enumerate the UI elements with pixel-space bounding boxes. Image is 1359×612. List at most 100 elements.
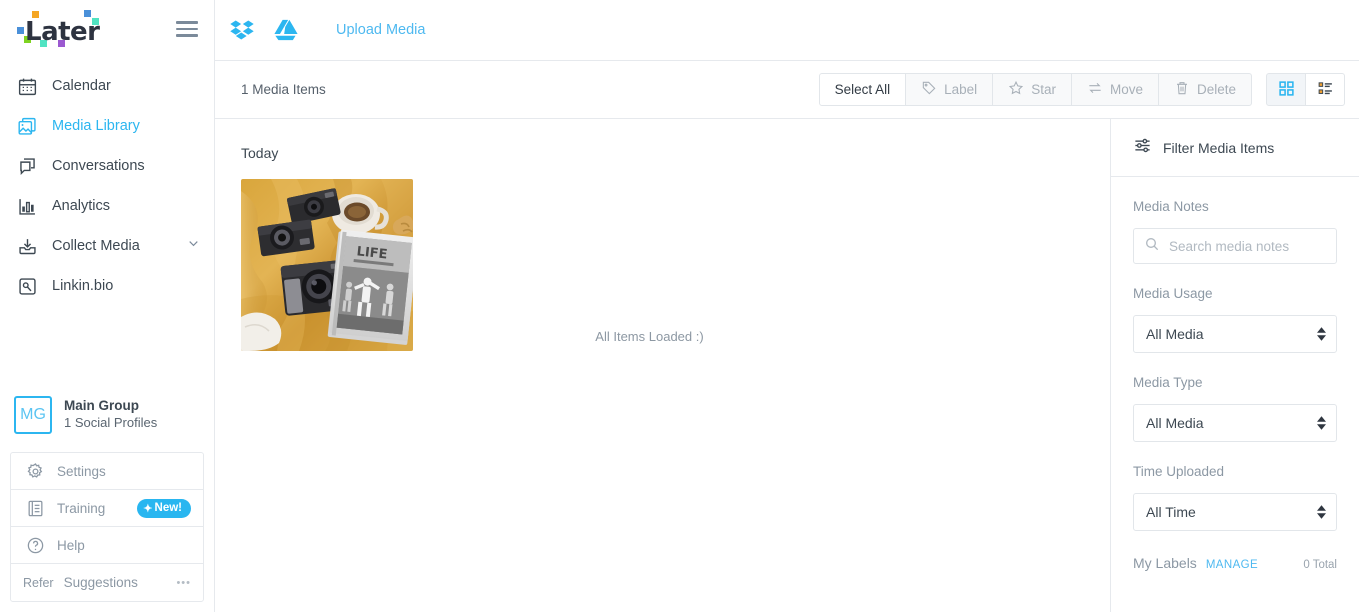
time-uploaded-select-wrap: All Time <box>1133 493 1337 531</box>
bulk-action-group: Select All Label Star Move Delete <box>818 73 1252 106</box>
refer-suggestions-row[interactable]: Refer Suggestions ••• <box>11 564 203 601</box>
sidebar-item-media-library[interactable]: Media Library <box>0 106 214 146</box>
label-button-label: Label <box>944 82 978 97</box>
new-badge-label: New! <box>154 502 182 514</box>
sidebar-item-label: Conversations <box>52 158 145 174</box>
sidebar-item-label: Collect Media <box>52 238 140 254</box>
main-content: Upload Media 1 Media Items Select All La… <box>215 0 1359 612</box>
google-drive-icon[interactable] <box>271 15 301 45</box>
media-thumbnail-image: LIFE <box>241 179 413 351</box>
delete-button-label: Delete <box>1196 82 1236 97</box>
media-type-label: Media Type <box>1133 375 1203 390</box>
help-row[interactable]: Help <box>11 527 203 564</box>
my-labels-row: My Labels MANAGE 0 Total <box>1133 553 1337 571</box>
media-usage-select-wrap: All Media <box>1133 315 1337 353</box>
upload-media-link[interactable]: Upload Media <box>336 22 425 38</box>
help-label: Help <box>57 537 85 553</box>
media-library-icon <box>14 113 40 139</box>
hamburger-icon[interactable] <box>176 21 198 37</box>
training-icon <box>23 496 47 520</box>
select-all-label: Select All <box>834 82 891 97</box>
sidebar-item-label: Linkin.bio <box>52 278 114 294</box>
sidebar-item-collect-media[interactable]: Collect Media <box>0 226 214 266</box>
action-buttons: Select All Label Star Move Delete <box>818 73 1345 106</box>
svg-text:LIFE: LIFE <box>356 244 388 262</box>
label-button[interactable]: Label <box>905 73 994 106</box>
day-group-label: Today <box>241 145 279 161</box>
grid-icon <box>1278 80 1295 100</box>
move-icon <box>1087 80 1103 99</box>
settings-row[interactable]: Settings <box>11 453 203 490</box>
linkin-bio-icon <box>14 273 40 299</box>
sidebar-nav: Calendar Media Library Conversations Ana… <box>0 58 214 306</box>
sidebar-item-conversations[interactable]: Conversations <box>0 146 214 186</box>
sidebar-item-label: Media Library <box>52 118 140 134</box>
conversations-icon <box>14 153 40 179</box>
select-all-button[interactable]: Select All <box>818 73 907 106</box>
gear-icon <box>23 459 47 483</box>
move-button[interactable]: Move <box>1070 73 1159 106</box>
dropbox-icon[interactable] <box>227 15 257 45</box>
media-type-select[interactable]: All Media <box>1133 404 1337 442</box>
training-row[interactable]: Training ✦ New! <box>11 490 203 527</box>
refer-label[interactable]: Refer <box>23 576 54 590</box>
sidebar-item-label: Calendar <box>52 78 111 94</box>
search-icon <box>1144 236 1160 257</box>
sidebar-item-label: Analytics <box>52 198 111 214</box>
move-button-label: Move <box>1109 82 1143 97</box>
filter-panel-body: Media Notes Media Usage All Media <box>1111 177 1359 571</box>
settings-label: Settings <box>57 463 106 479</box>
logo-text: Later <box>25 17 100 47</box>
sparkle-icon: ✦ <box>143 502 153 515</box>
group-subtitle: 1 Social Profiles <box>64 415 158 431</box>
media-gallery: Today LIFE All Items Loaded:) <box>215 119 1110 612</box>
filter-panel-header[interactable]: Filter Media Items <box>1111 119 1359 177</box>
media-count: 1 Media Items <box>241 82 326 97</box>
sidebar-item-linkin-bio[interactable]: Linkin.bio <box>0 266 214 306</box>
suggestions-label[interactable]: Suggestions <box>64 575 138 590</box>
star-icon <box>1008 80 1024 99</box>
list-view-button[interactable] <box>1305 73 1345 106</box>
utility-menu: Settings Training ✦ New! Help Refer Sugg… <box>10 452 204 602</box>
filter-panel: Filter Media Items Media Notes Media Usa… <box>1110 119 1359 612</box>
sidebar: Later Calendar Media Library Conversatio… <box>0 0 215 612</box>
star-button[interactable]: Star <box>992 73 1072 106</box>
analytics-icon <box>14 193 40 219</box>
view-toggle-group <box>1266 73 1345 106</box>
tag-icon <box>921 80 937 99</box>
search-input[interactable] <box>1169 238 1326 254</box>
media-item-thumbnail[interactable]: LIFE <box>241 179 413 351</box>
sidebar-item-analytics[interactable]: Analytics <box>0 186 214 226</box>
media-usage-select[interactable]: All Media <box>1133 315 1337 353</box>
labels-total: 0 Total <box>1303 559 1337 571</box>
more-options-icon[interactable]: ••• <box>176 577 191 589</box>
avatar: MG <box>14 396 52 434</box>
group-name: Main Group <box>64 398 139 414</box>
delete-button[interactable]: Delete <box>1157 73 1252 106</box>
all-items-loaded-text: All Items Loaded :) <box>595 329 704 344</box>
later-logo[interactable]: Later <box>14 9 112 49</box>
list-icon <box>1317 80 1334 100</box>
calendar-icon <box>14 73 40 99</box>
media-usage-label: Media Usage <box>1133 286 1213 301</box>
training-label: Training <box>57 500 106 516</box>
manage-labels-link[interactable]: MANAGE <box>1206 559 1258 571</box>
upload-bar: Upload Media <box>215 0 1359 61</box>
media-notes-label: Media Notes <box>1133 199 1209 214</box>
content-row: Today LIFE All Items Loaded:) Filter Me… <box>215 119 1359 612</box>
star-button-label: Star <box>1031 82 1056 97</box>
group-switcher[interactable]: MG Main Group 1 Social Profiles <box>0 392 214 438</box>
sidebar-header: Later <box>0 0 214 58</box>
sidebar-item-calendar[interactable]: Calendar <box>0 66 214 106</box>
media-notes-search[interactable] <box>1133 228 1337 264</box>
filter-panel-title: Filter Media Items <box>1163 139 1275 156</box>
time-uploaded-label: Time Uploaded <box>1133 464 1225 479</box>
help-icon <box>23 533 47 557</box>
grid-view-button[interactable] <box>1266 73 1306 106</box>
trash-icon <box>1174 80 1190 99</box>
sliders-icon <box>1133 136 1152 160</box>
time-uploaded-select[interactable]: All Time <box>1133 493 1337 531</box>
chevron-down-icon[interactable] <box>187 237 200 255</box>
new-badge[interactable]: ✦ New! <box>137 498 191 518</box>
